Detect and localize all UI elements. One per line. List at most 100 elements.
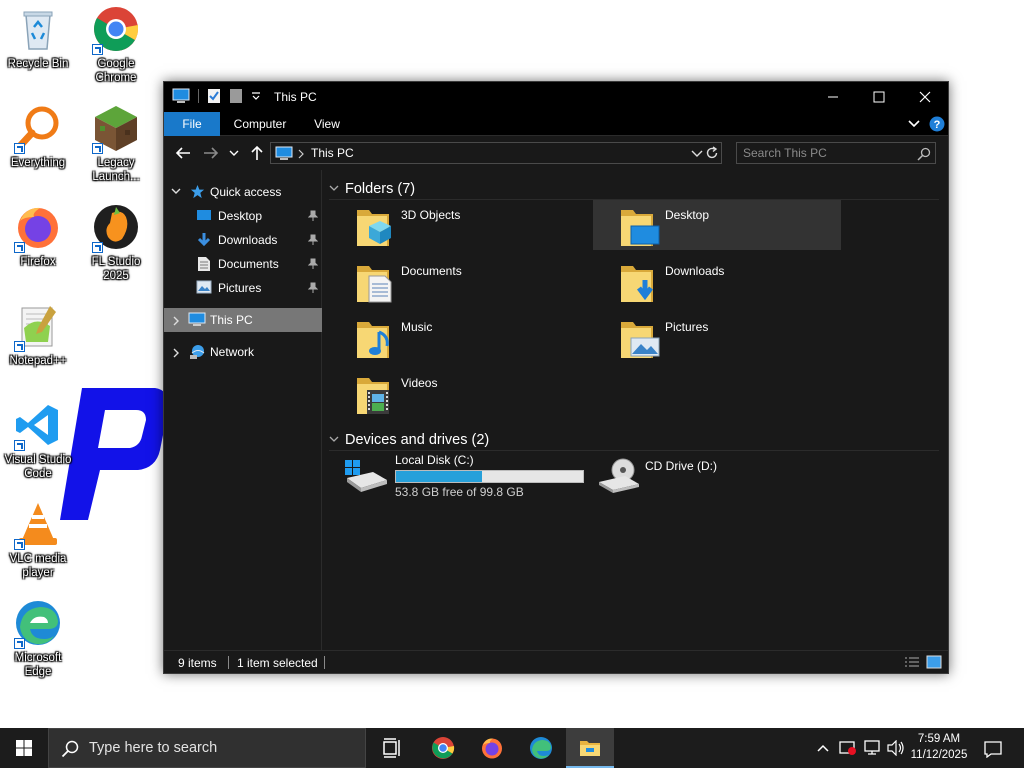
details-view-icon[interactable] [904, 656, 920, 668]
collapse-chevron-icon[interactable] [329, 436, 339, 444]
desktop-icon-vlc[interactable]: VLC media player [0, 500, 76, 580]
desktop-icon-google-chrome[interactable]: Google Chrome [78, 5, 154, 85]
forward-button[interactable] [202, 144, 222, 164]
search-icon[interactable] [917, 147, 931, 161]
desktop-icon-label: Google Chrome [95, 58, 137, 84]
back-arrow-icon [175, 147, 190, 159]
nav-item-downloads[interactable]: Downloads [164, 228, 322, 252]
window-title: This PC [274, 90, 317, 104]
videos-folder-icon [357, 378, 389, 414]
back-button[interactable] [174, 144, 194, 164]
refresh-icon[interactable] [705, 146, 719, 160]
maximize-button[interactable] [856, 82, 902, 112]
desktop-icon-firefox[interactable]: Firefox [0, 203, 76, 269]
breadcrumb-separator-icon[interactable] [297, 149, 305, 159]
group-header-folders[interactable]: Folders (7) [329, 178, 939, 200]
network-tray-button[interactable] [860, 728, 882, 768]
navigation-pane: Quick access Desktop Downloads Documents… [164, 170, 322, 650]
nav-item-network[interactable]: Network [164, 340, 322, 364]
desktop-icon-fl-studio[interactable]: FL Studio 2025 [78, 203, 154, 283]
selection-count: 1 item selected [237, 656, 318, 670]
nav-item-desktop[interactable]: Desktop [164, 204, 322, 228]
close-icon [919, 91, 931, 103]
properties-icon[interactable] [207, 88, 221, 104]
taskbar-chrome[interactable] [419, 728, 467, 768]
recent-locations-button[interactable] [228, 144, 242, 164]
pictures-icon [196, 280, 212, 294]
taskbar-edge[interactable] [517, 728, 565, 768]
collapse-chevron-icon[interactable] [329, 185, 339, 193]
drive-label: Local Disk (C:) [395, 453, 474, 467]
close-button[interactable] [902, 82, 948, 112]
expand-chevron-right-icon[interactable] [172, 347, 182, 359]
drive-tile-cd-drive-d[interactable]: CD Drive (D:) [595, 452, 843, 502]
new-folder-icon[interactable] [229, 88, 243, 104]
taskbar-search-box[interactable] [48, 728, 366, 768]
group-header-devices[interactable]: Devices and drives (2) [329, 429, 939, 451]
search-box[interactable] [736, 142, 936, 164]
pin-icon[interactable] [308, 210, 318, 222]
taskbar-search-input[interactable] [89, 737, 359, 759]
up-button[interactable] [248, 144, 268, 164]
navigation-bar: This PC [164, 136, 948, 170]
firefox-icon [482, 738, 502, 759]
nav-item-documents[interactable]: Documents [164, 252, 322, 276]
start-button[interactable] [0, 728, 48, 768]
nav-label: Pictures [218, 281, 262, 295]
nav-item-pictures[interactable]: Pictures [164, 276, 322, 300]
tab-computer[interactable]: Computer [224, 112, 296, 136]
taskbar-firefox[interactable] [468, 728, 516, 768]
desktop-icon-label: Microsoft Edge [14, 652, 62, 678]
task-view-button[interactable] [368, 728, 416, 768]
large-icons-view-icon[interactable] [926, 655, 942, 669]
desktop-icon-legacy-launcher[interactable]: Legacy Launch... [78, 104, 154, 184]
expand-ribbon-chevron-icon[interactable] [908, 119, 920, 129]
breadcrumb-this-pc[interactable]: This PC [311, 146, 354, 160]
wallpaper-logo [60, 388, 169, 520]
folder-tile-desktop[interactable]: Desktop [593, 200, 841, 250]
nav-item-quick-access[interactable]: Quick access [164, 180, 322, 204]
taskbar-clock[interactable]: 7:59 AM 11/12/2025 [900, 731, 978, 763]
search-input[interactable] [737, 143, 913, 163]
customize-toolbar-dropdown-icon[interactable] [251, 91, 261, 101]
network-icon [190, 345, 205, 359]
pin-icon[interactable] [308, 258, 318, 270]
desktop-icon-label: FL Studio 2025 [91, 256, 141, 282]
notepad-plus-plus-icon [14, 302, 62, 352]
folder-tile-downloads[interactable]: Downloads [593, 256, 841, 306]
title-bar[interactable]: This PC [164, 82, 948, 112]
minimize-button[interactable] [810, 82, 856, 112]
desktop-icon-label: Notepad++ [9, 355, 67, 367]
show-hidden-icons-button[interactable] [812, 728, 834, 768]
pin-icon[interactable] [308, 234, 318, 246]
help-icon[interactable]: ? [929, 116, 945, 132]
folder-label: Desktop [665, 208, 710, 222]
svg-text:?: ? [934, 119, 941, 131]
address-bar[interactable]: This PC [270, 142, 722, 164]
desktop-icon-label: Firefox [20, 256, 56, 268]
expand-chevron-down-icon[interactable] [170, 187, 182, 197]
folder-label: Downloads [665, 264, 725, 278]
tab-file[interactable]: File [164, 112, 220, 136]
address-dropdown-chevron-icon[interactable] [691, 149, 703, 159]
nav-item-this-pc[interactable]: This PC [164, 308, 322, 332]
desktop-icon-microsoft-edge[interactable]: Microsoft Edge [0, 599, 76, 679]
desktop-icon-recycle-bin[interactable]: Recycle Bin [0, 5, 76, 71]
vlc-icon [14, 500, 62, 550]
drive-tile-local-disk-c[interactable]: Local Disk (C:) 53.8 GB free of 99.8 GB [323, 452, 584, 502]
desktop-icon-everything[interactable]: Everything [0, 104, 76, 170]
action-center-button[interactable] [980, 728, 1004, 768]
pin-icon[interactable] [308, 282, 318, 294]
desktop-icon-notepad-plus-plus[interactable]: Notepad++ [0, 302, 76, 368]
desktop-icon-vscode[interactable]: Visual Studio Code [0, 401, 76, 481]
folder-tile-videos[interactable]: Videos [329, 368, 577, 418]
taskbar-file-explorer[interactable] [566, 728, 614, 768]
folder-tile-documents[interactable]: Documents [329, 256, 577, 306]
folder-tile-3d-objects[interactable]: 3D Objects [329, 200, 577, 250]
tab-view[interactable]: View [304, 112, 350, 136]
fl-studio-icon [92, 203, 140, 253]
folder-tile-music[interactable]: Music [329, 312, 577, 362]
expand-chevron-right-icon[interactable] [172, 315, 182, 327]
security-tray-button[interactable] [836, 728, 858, 768]
folder-tile-pictures[interactable]: Pictures [593, 312, 841, 362]
